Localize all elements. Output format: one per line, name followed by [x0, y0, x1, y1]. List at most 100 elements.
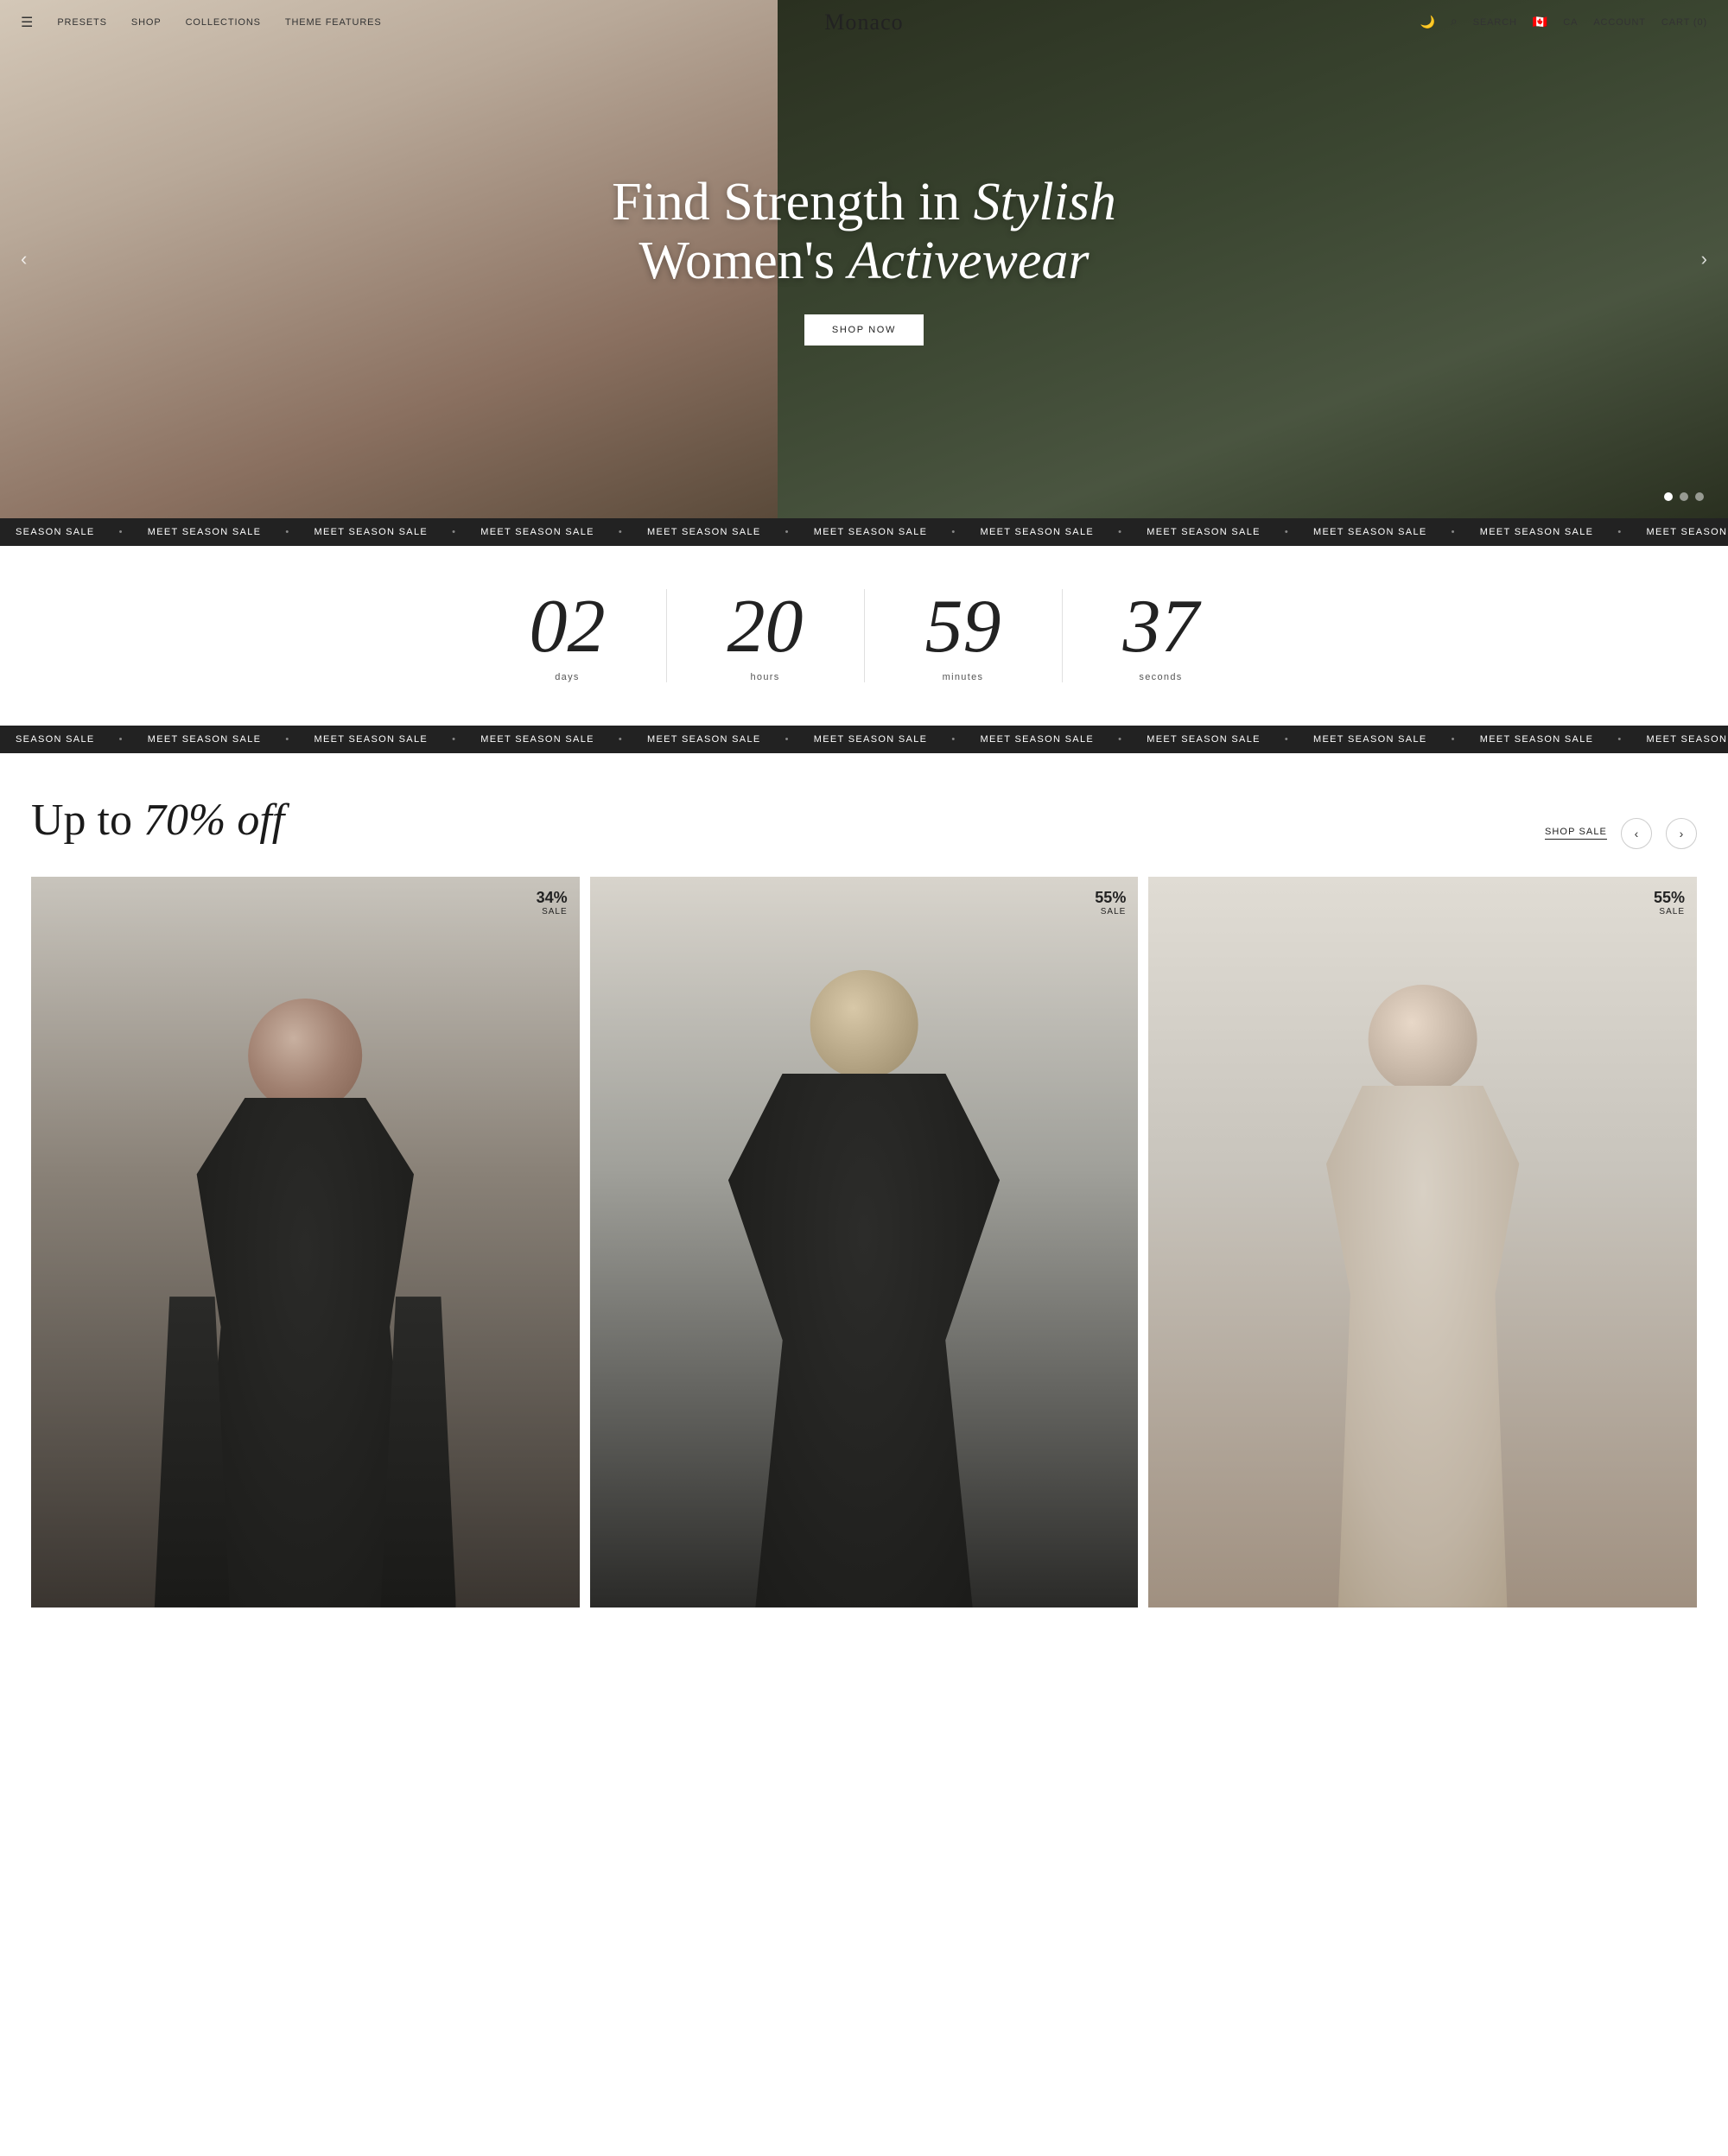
- product-badge-1: 34% SALE: [537, 889, 568, 916]
- ticker-item: MEET SEASON SALE: [314, 527, 428, 537]
- hero-dot-2[interactable]: [1680, 492, 1688, 501]
- countdown-seconds: 37 seconds: [1063, 589, 1260, 682]
- countdown-days-value: 02: [530, 589, 606, 665]
- ticker-top: SEASON SALE • MEET SEASON SALE • MEET SEASON…: [0, 518, 1728, 546]
- hero-next-button[interactable]: ›: [1694, 241, 1714, 277]
- ticker-item: MEET SEASON SALE: [980, 734, 1094, 745]
- nav-left: ☰ PRESETS SHOP COLLECTIONS THEME FEATURE…: [21, 14, 382, 31]
- shop-sale-link[interactable]: SHOP SALE: [1545, 827, 1607, 840]
- ticker-item: MEET SEASON SALE: [1646, 527, 1728, 537]
- ticker-dot: •: [1452, 734, 1456, 745]
- ticker-dot: •: [619, 527, 623, 537]
- badge-sale-2: SALE: [1095, 907, 1126, 916]
- ticker-item: MEET SEASON SALE: [647, 734, 761, 745]
- product-figure-1: [155, 986, 456, 1607]
- ticker-dot: •: [119, 527, 124, 537]
- ticker-inner-bottom: SEASON SALE•MEET SEASON SALE•MEET SEASON…: [0, 734, 1728, 745]
- product-grid: 34% SALE 55% SALE 55%: [31, 877, 1697, 1607]
- ticker-item: MEET SEASON SALE: [647, 527, 761, 537]
- figure-head-2: [810, 970, 918, 1079]
- ticker-item: MEET SEASON SALE: [1147, 527, 1261, 537]
- brand-name[interactable]: Monaco: [824, 10, 903, 35]
- countdown-minutes: 59 minutes: [865, 589, 1063, 682]
- hero-cta-button[interactable]: SHOP NOW: [804, 314, 924, 346]
- ticker-dot: •: [452, 734, 456, 745]
- badge-sale-3: SALE: [1654, 907, 1685, 916]
- badge-percent-2: 55%: [1095, 889, 1126, 907]
- ticker-dot: •: [1118, 527, 1122, 537]
- product-figure-3: [1272, 979, 1573, 1607]
- nav-collections[interactable]: COLLECTIONS: [186, 17, 261, 28]
- nav-shop[interactable]: SHOP: [131, 17, 162, 28]
- sale-next-button[interactable]: ›: [1666, 818, 1697, 849]
- ticker-dot: •: [285, 734, 289, 745]
- region-label[interactable]: CA: [1563, 17, 1578, 28]
- sale-section: Up to 70% off SHOP SALE ‹ › 34% SALE: [0, 753, 1728, 1607]
- ticker-dot: •: [619, 734, 623, 745]
- ticker-dot: •: [1617, 734, 1622, 745]
- nav-brand: Monaco: [824, 10, 903, 35]
- ticker-item: MEET SEASON SALE: [480, 734, 594, 745]
- ticker-dot: •: [1452, 527, 1456, 537]
- hamburger-icon[interactable]: ☰: [21, 14, 33, 31]
- product-card-3[interactable]: 55% SALE: [1148, 877, 1697, 1607]
- figure-arm-left-1: [155, 1297, 230, 1607]
- figure-body-3: [1302, 1086, 1543, 1607]
- figure-head-1: [248, 999, 363, 1113]
- sale-title-prefix: Up to: [31, 796, 143, 845]
- sale-title-italic: 70% off: [143, 796, 284, 845]
- sale-prev-button[interactable]: ‹: [1621, 818, 1652, 849]
- ticker-dot: •: [1617, 527, 1622, 537]
- figure-arm-right-1: [381, 1297, 456, 1607]
- hero-title-prefix: Find Strength in: [612, 173, 974, 231]
- sale-title: Up to 70% off: [31, 795, 284, 846]
- countdown-days-label: days: [555, 672, 580, 682]
- product-figure-2: [713, 964, 1014, 1607]
- countdown-minutes-value: 59: [925, 589, 1001, 665]
- hero-title-line2: Women's: [638, 231, 848, 290]
- ticker-dot: •: [785, 527, 790, 537]
- ticker-item: MEET SEASON SALE: [814, 734, 928, 745]
- ticker-inner-top: SEASON SALE • MEET SEASON SALE • MEET SEASON…: [0, 527, 1728, 537]
- ticker-dot: •: [285, 527, 289, 537]
- countdown-seconds-value: 37: [1123, 589, 1199, 665]
- product-card-1[interactable]: 34% SALE: [31, 877, 580, 1607]
- product-badge-3: 55% SALE: [1654, 889, 1685, 916]
- ticker-dot: •: [1118, 734, 1122, 745]
- countdown-minutes-label: minutes: [943, 672, 984, 682]
- product-card-2[interactable]: 55% SALE: [590, 877, 1139, 1607]
- figure-body-2: [728, 1074, 1000, 1607]
- ticker-item: MEET SEASON SALE: [980, 527, 1094, 537]
- ticker-item: MEET SEASON SALE: [1646, 734, 1728, 745]
- search-icon[interactable]: ⌕: [1451, 16, 1458, 29]
- ticker-item: MEET SEASON SALE: [480, 527, 594, 537]
- search-label[interactable]: SEARCH: [1473, 17, 1517, 28]
- ticker-item: MEET SEASON SALE: [314, 734, 428, 745]
- badge-percent-1: 34%: [537, 889, 568, 907]
- dark-mode-icon[interactable]: 🌙: [1420, 16, 1434, 30]
- hero-dot-3[interactable]: [1695, 492, 1704, 501]
- cart-link[interactable]: CART (0): [1661, 17, 1707, 28]
- nav-theme-features[interactable]: THEME FEATURES: [285, 17, 382, 28]
- figure-head-3: [1369, 985, 1477, 1094]
- account-link[interactable]: ACCOUNT: [1593, 17, 1646, 28]
- hero-title: Find Strength in Stylish Women's Activew…: [612, 173, 1116, 290]
- countdown-seconds-label: seconds: [1139, 672, 1182, 682]
- badge-percent-3: 55%: [1654, 889, 1685, 907]
- ticker-dot: •: [452, 527, 456, 537]
- product-badge-2: 55% SALE: [1095, 889, 1126, 916]
- ticker-bottom: SEASON SALE•MEET SEASON SALE•MEET SEASON…: [0, 726, 1728, 753]
- ticker-item: MEET SEASON SALE: [814, 527, 928, 537]
- ticker-item: MEET SEASON SALE: [1313, 734, 1427, 745]
- flag-icon: 🇨🇦: [1533, 16, 1547, 30]
- ticker-item: MEET SEASON SALE: [1313, 527, 1427, 537]
- hero-prev-button[interactable]: ‹: [14, 241, 34, 277]
- ticker-dot: •: [1285, 527, 1289, 537]
- hero-content: Find Strength in Stylish Women's Activew…: [594, 173, 1134, 346]
- ticker-item: MEET SEASON SALE: [148, 527, 262, 537]
- hero-title-italic1: Stylish: [974, 173, 1116, 231]
- ticker-item: MEET SEASON SALE: [1480, 734, 1594, 745]
- nav-presets[interactable]: PRESETS: [57, 17, 107, 28]
- hero-dot-1[interactable]: [1664, 492, 1673, 501]
- ticker-item: SEASON SALE: [16, 527, 95, 537]
